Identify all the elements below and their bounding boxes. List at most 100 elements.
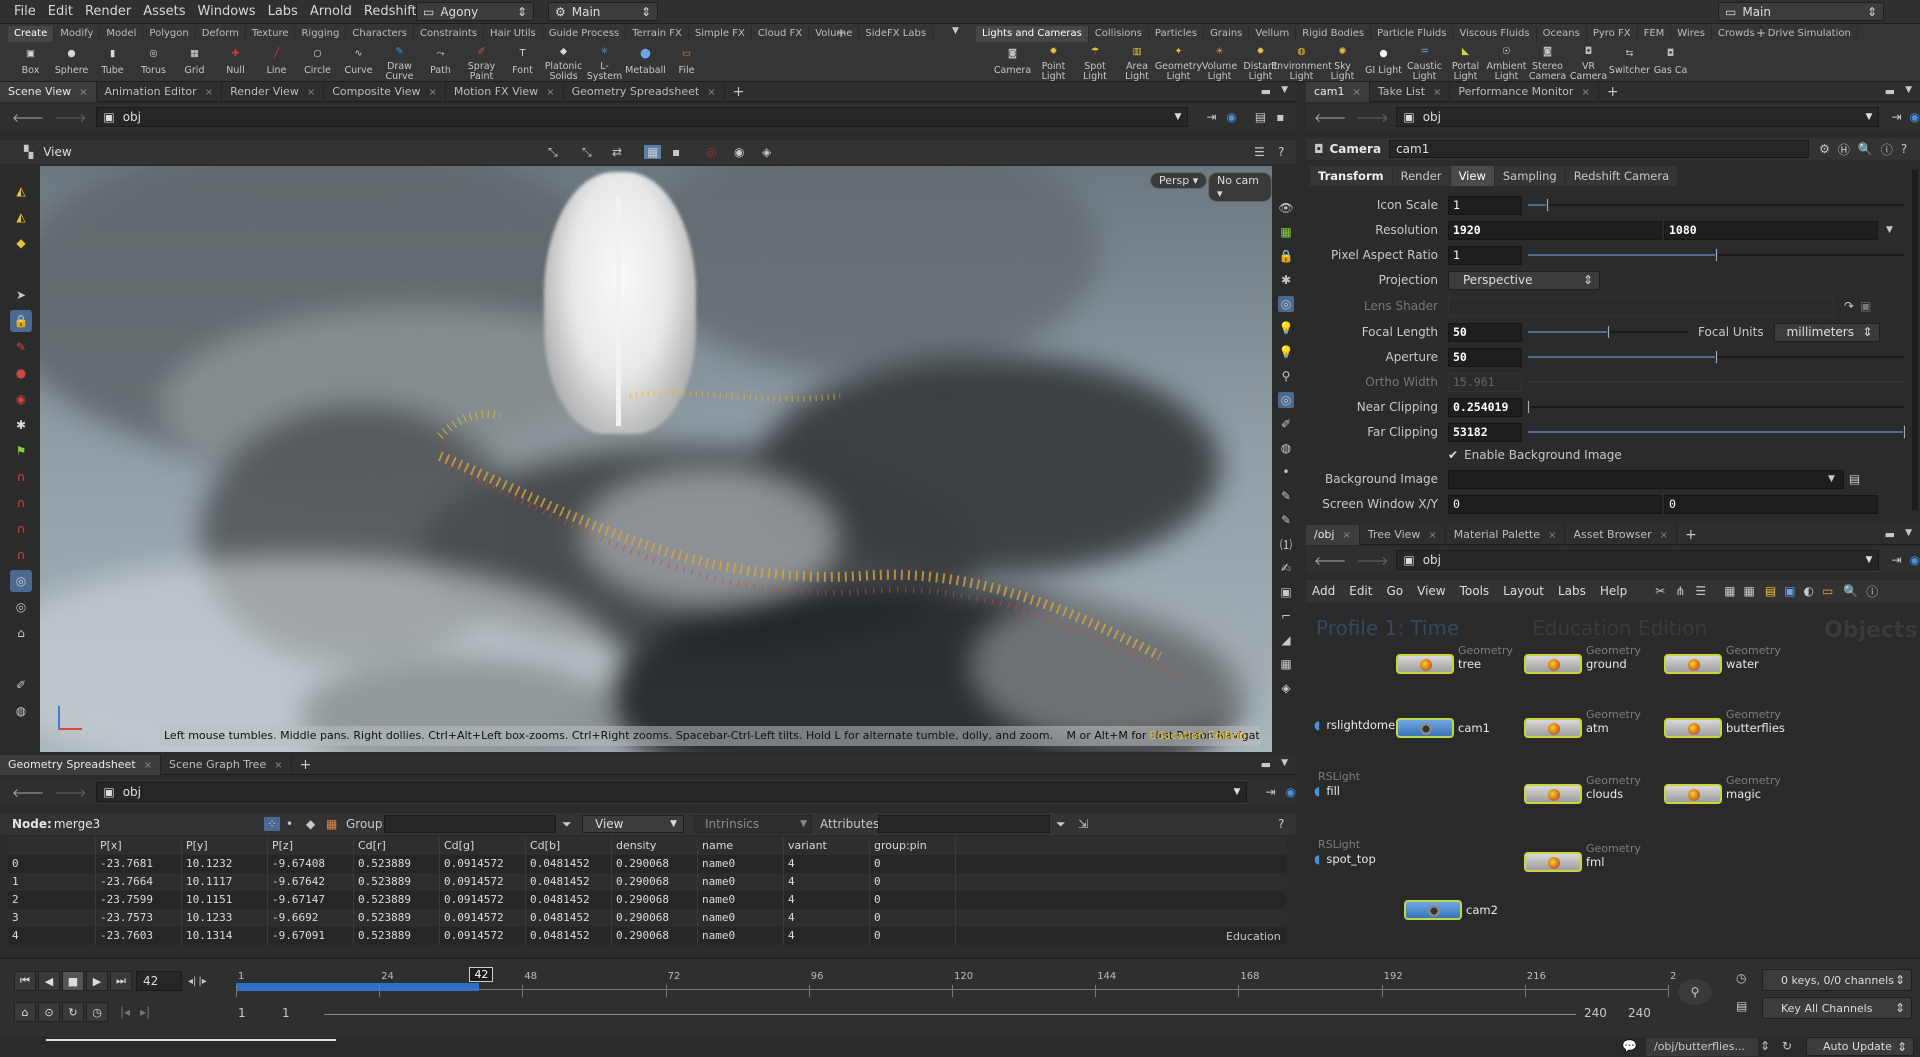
close-icon[interactable]: ×	[1433, 87, 1441, 98]
network-menu-labs[interactable]: Labs	[1558, 584, 1586, 598]
spreadsheet-path-field[interactable]: ▣ obj ▼	[96, 782, 1248, 802]
shelf-tab-wires[interactable]: Wires	[1671, 26, 1712, 42]
range-end-value[interactable]: 240	[1584, 1006, 1607, 1020]
frame-field[interactable]: 42	[136, 971, 182, 991]
close-icon[interactable]: ×	[307, 87, 315, 98]
shelf-tool-metaball[interactable]: ⬤ Metaball	[625, 44, 666, 82]
shelf-tab-drive-simulation[interactable]: Drive Simulation	[1762, 26, 1858, 42]
intrinsics-dropdown[interactable]: Intrinsics ▼	[694, 815, 812, 833]
lens-shader-field[interactable]	[1448, 296, 1834, 316]
shelf-tool-box[interactable]: ▣ Box	[10, 44, 51, 82]
context-dropdown[interactable]: ⚙ Main ⇕	[548, 2, 658, 21]
pen2-icon[interactable]: ✎	[1278, 512, 1294, 528]
node-chooser-icon[interactable]: ▣	[1860, 299, 1871, 313]
shelf-tab-particle-fluids[interactable]: Particle Fluids	[1371, 26, 1454, 42]
menu-redshift[interactable]: Redshift	[358, 4, 423, 19]
column-header[interactable]	[8, 837, 96, 855]
timeline-slider[interactable]: 1 24 48 72 96 120 144 168 192 216 2 42	[236, 967, 1676, 1001]
network-node-spot-top[interactable]: ◖ RSLight spot_top	[1314, 838, 1376, 866]
shelf-tool-stereo-camera[interactable]: ◙ Stereo Camera	[1527, 44, 1568, 82]
shelf-tool-path[interactable]: ⤳ Path	[420, 44, 461, 82]
near-clipping-field[interactable]: 0.254019	[1448, 397, 1522, 417]
paint-icon[interactable]: ✎	[10, 336, 32, 358]
pane-tab-render-view[interactable]: Render View ×	[222, 81, 325, 102]
view-dropdown[interactable]: View ▼	[582, 815, 684, 833]
pane-tab-tree-view[interactable]: Tree View ×	[1360, 524, 1446, 545]
back-arrow-icon[interactable]: 🡐	[1314, 553, 1346, 568]
snap-icon[interactable]: ⤡	[548, 145, 558, 160]
loop-icon[interactable]: ↻	[62, 1002, 84, 1022]
chevron-down-icon[interactable]: ▼	[1886, 225, 1893, 235]
pane-tab-cam1[interactable]: cam1 ×	[1306, 81, 1370, 102]
icon-scale-slider[interactable]	[1522, 195, 1910, 215]
add-tab-icon[interactable]: +	[300, 757, 312, 773]
link-icon[interactable]: ◉	[1910, 110, 1920, 124]
close-icon[interactable]: ×	[1342, 530, 1350, 541]
pane-tab-obj[interactable]: /obj ×	[1306, 524, 1360, 545]
shelf-tab-oceans[interactable]: Oceans	[1537, 26, 1587, 42]
handle-icon[interactable]: ⚑	[10, 440, 32, 462]
range-end-icon[interactable]: ▸|	[140, 1005, 150, 1019]
network-node-clouds[interactable]: Geometry clouds	[1524, 774, 1641, 804]
network-menu-tools[interactable]: Tools	[1460, 584, 1490, 598]
shelf-tab-vellum[interactable]: Vellum	[1249, 26, 1297, 42]
spinner-icon[interactable]: ⇕	[1760, 1039, 1770, 1053]
display-options-icon[interactable]: ▤	[1255, 110, 1266, 124]
flipbook-icon[interactable]: ◎	[10, 596, 32, 618]
search-icon[interactable]: 🔍	[1843, 584, 1858, 598]
shelf-tab-modify[interactable]: Modify	[54, 26, 101, 42]
gear-icon[interactable]: ⚙	[1819, 142, 1830, 156]
network-node-cam1[interactable]: cam1	[1396, 718, 1490, 738]
column-header[interactable]: P[x]	[96, 837, 182, 855]
menu-render[interactable]: Render	[79, 4, 137, 19]
forward-arrow-icon[interactable]: 🡒	[1356, 110, 1388, 125]
pane-tab-performance-monitor[interactable]: Performance Monitor ×	[1450, 81, 1599, 102]
attributes-field[interactable]	[878, 815, 1050, 833]
column-header[interactable]: name	[698, 837, 784, 855]
param-subtab-view[interactable]: View	[1450, 166, 1494, 186]
pane-menu-icon[interactable]: ▼	[1905, 528, 1912, 541]
shelf-tab-volume[interactable]: Volume	[809, 26, 860, 42]
cube-icon[interactable]: ◈	[1278, 680, 1294, 696]
play-reverse-icon[interactable]: ◀	[38, 971, 60, 991]
display-icon[interactable]: ◍	[10, 700, 32, 722]
magnet4-icon[interactable]: ∩	[10, 544, 32, 566]
shelf-tool-file[interactable]: ▭ File	[666, 44, 707, 82]
forward-arrow-icon[interactable]: 🡒	[54, 110, 86, 125]
network-node-cam2[interactable]: cam2	[1404, 900, 1498, 920]
network-menu-layout[interactable]: Layout	[1503, 584, 1544, 598]
cam-menu-button[interactable]: No cam ▾	[1208, 172, 1272, 202]
group-field[interactable]	[384, 815, 556, 833]
lock-icon[interactable]: 🔒	[10, 310, 32, 332]
pane-tab-material-palette[interactable]: Material Palette ×	[1446, 524, 1566, 545]
tools-icon[interactable]: ✂	[1655, 584, 1665, 598]
shelf-tool-gas-ca[interactable]: ◘ Gas Ca	[1650, 44, 1691, 82]
pane-layout-icon[interactable]: ▬	[1885, 528, 1895, 541]
rotate-icon[interactable]: ◉	[10, 388, 32, 410]
help-icon[interactable]: ?	[1278, 145, 1284, 159]
shelf-tab-cloud-fx[interactable]: Cloud FX	[752, 26, 810, 42]
render-icon[interactable]: ⌂	[10, 622, 32, 644]
focal-length-field[interactable]: 50	[1448, 322, 1522, 342]
shelf-tool-null[interactable]: ✚ Null	[215, 44, 256, 82]
far-clipping-field[interactable]: 53182	[1448, 422, 1522, 442]
play-icon[interactable]: ▶	[86, 971, 108, 991]
column-header[interactable]: P[z]	[268, 837, 354, 855]
search-icon[interactable]: 🔍	[1858, 142, 1873, 156]
shelf-tool-spot-light[interactable]: ☂ Spot Light	[1074, 44, 1116, 82]
icon-scale-field[interactable]: 1	[1448, 195, 1522, 215]
network-node-ground[interactable]: Geometry ground	[1524, 644, 1641, 674]
image-icon[interactable]: ▣	[1784, 584, 1795, 598]
shelf-tool-ambient-light[interactable]: ☉ Ambient Light	[1486, 44, 1527, 82]
pointer-icon[interactable]: ➤	[10, 284, 32, 306]
shelf-tool-portal-light[interactable]: ◣ Portal Light	[1445, 44, 1486, 82]
pane-layout-icon[interactable]: ▬	[1261, 758, 1271, 771]
pin-icon[interactable]: ⇥	[1206, 110, 1216, 124]
keys-channels-dropdown[interactable]: 0 keys, 0/0 channels ⇕	[1762, 969, 1912, 991]
grid-icon[interactable]: ▦	[1278, 656, 1294, 672]
right-desktop-dropdown[interactable]: ▭ Main ⇕	[1718, 2, 1884, 21]
shelf-tool-spray-paint[interactable]: ✐ Spray Paint	[461, 44, 502, 82]
resolution-x-field[interactable]: 1920	[1448, 220, 1662, 240]
pixel-aspect-field[interactable]: 1	[1448, 245, 1522, 265]
menu-assets[interactable]: Assets	[137, 4, 191, 19]
